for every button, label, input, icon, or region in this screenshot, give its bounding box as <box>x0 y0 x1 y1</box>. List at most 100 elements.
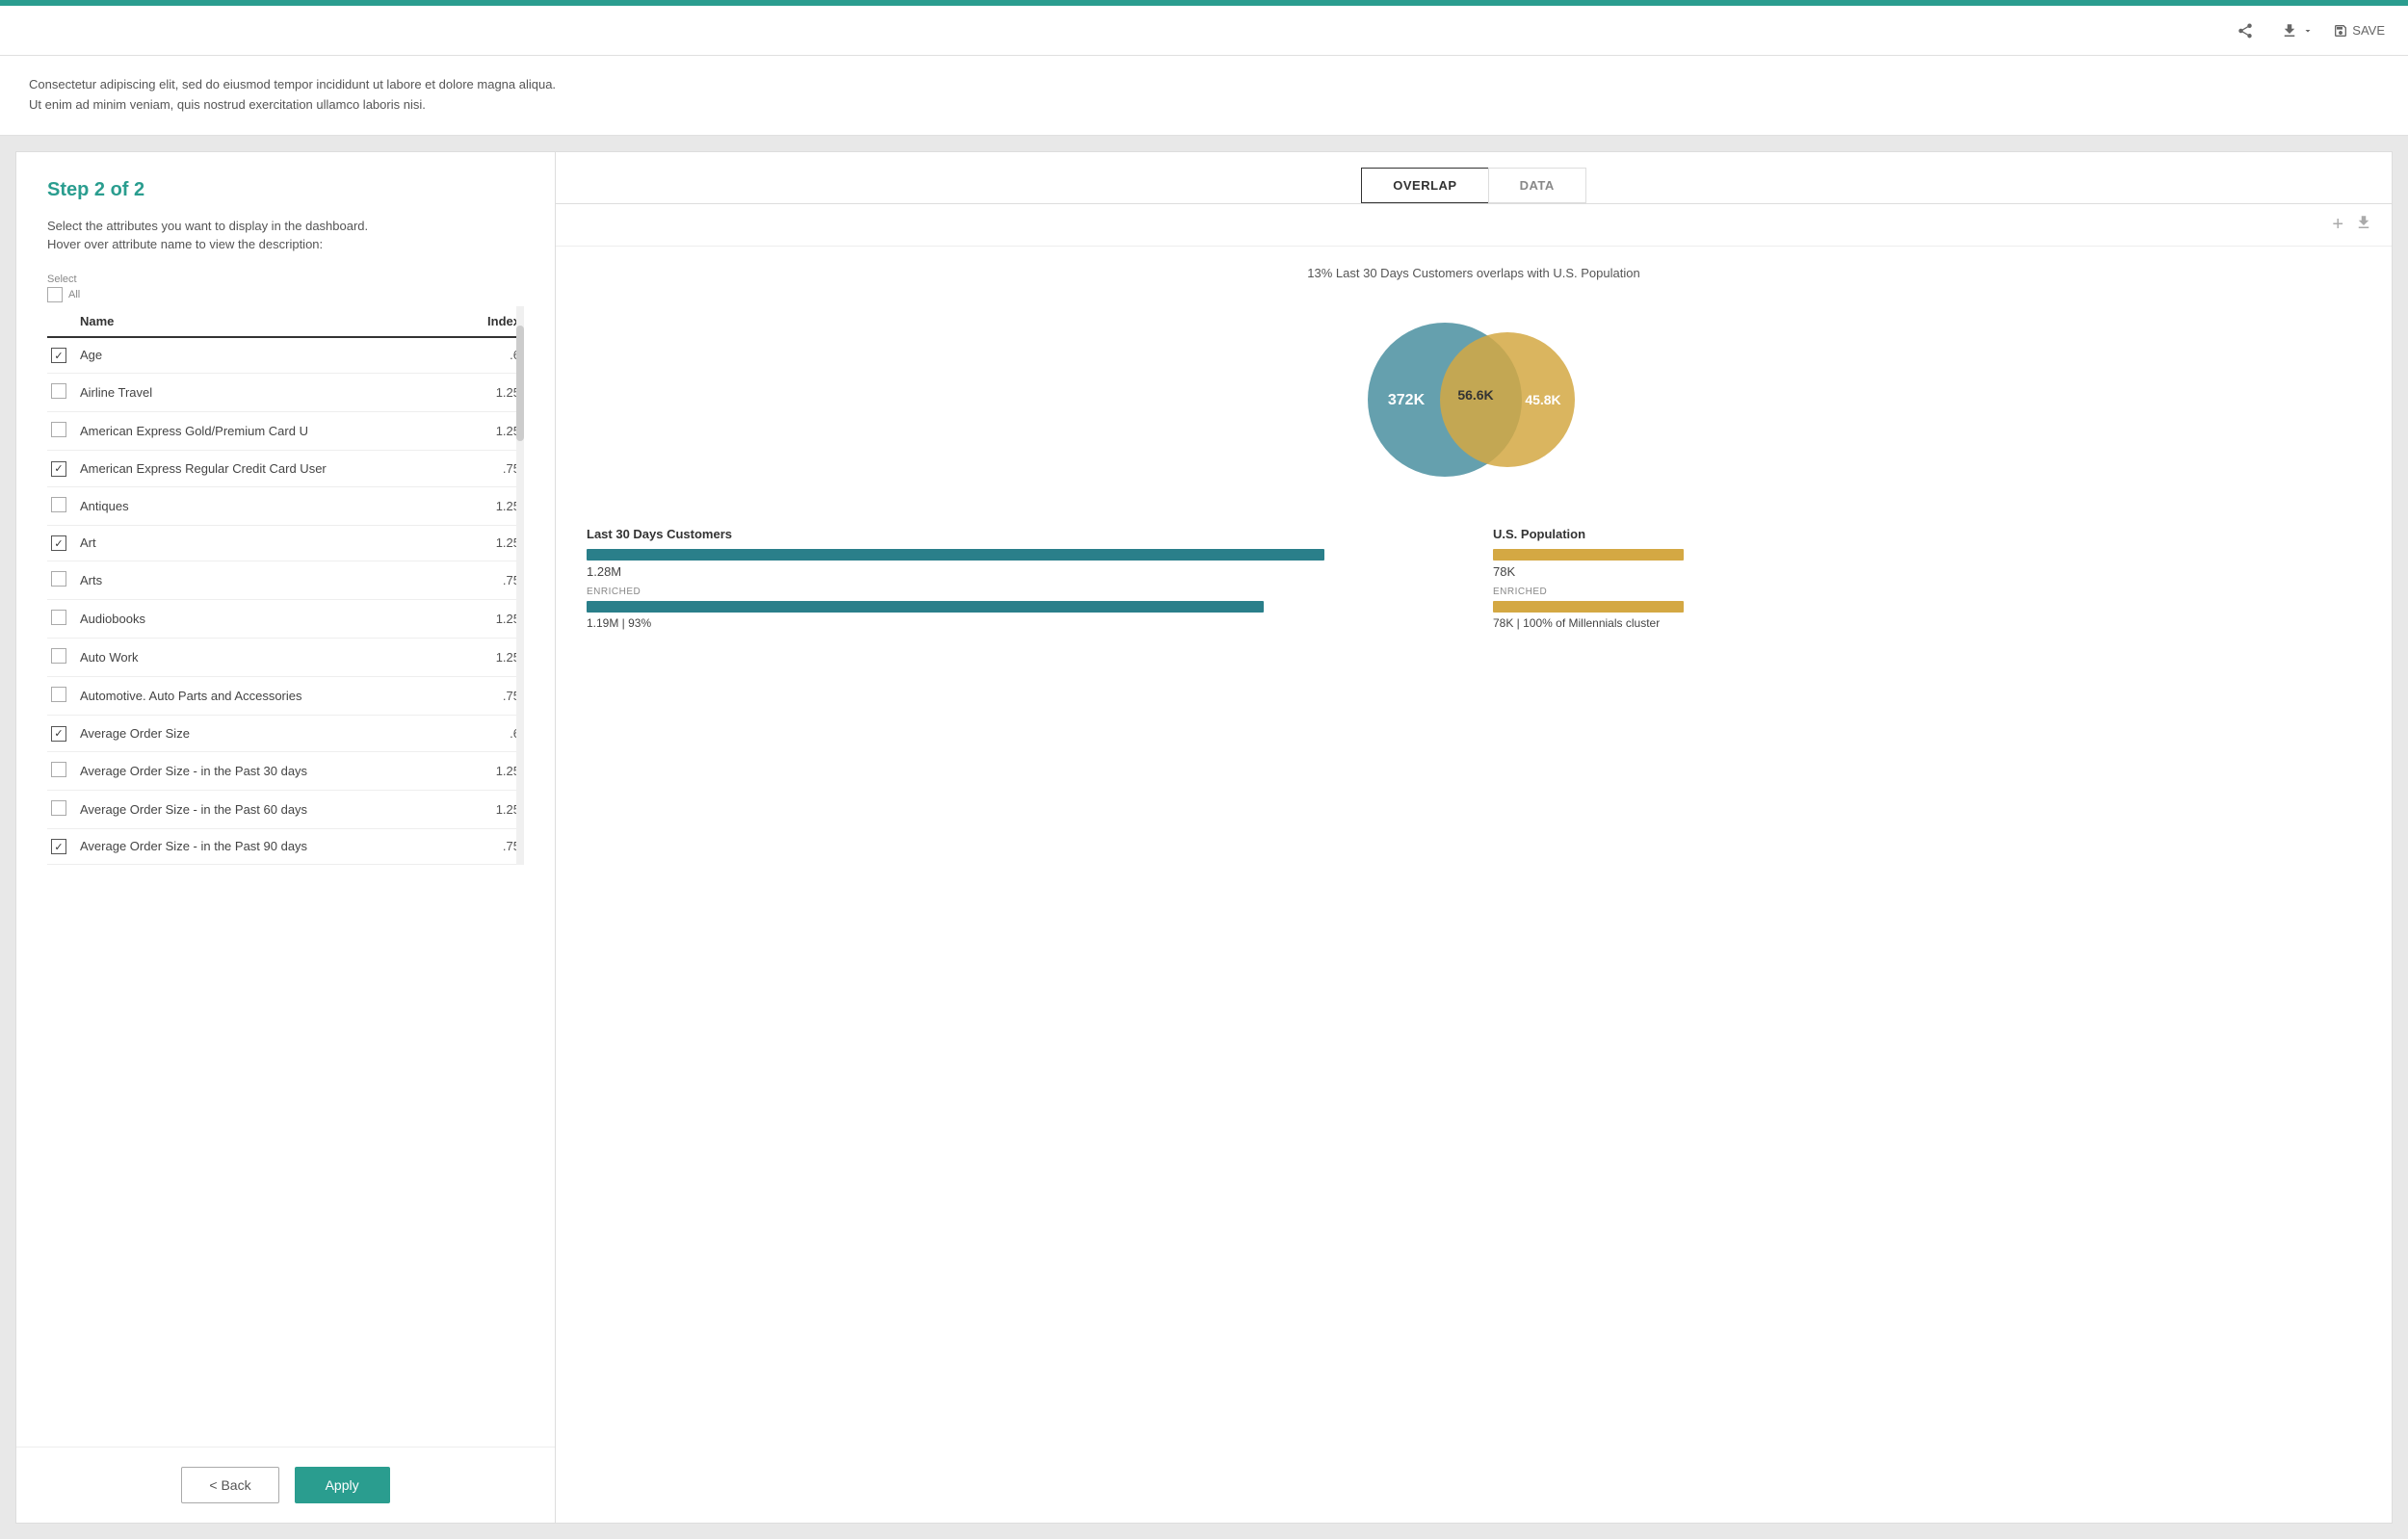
left-stat-bar <box>587 549 1324 561</box>
tab-data[interactable]: DATA <box>1488 168 1586 203</box>
table-row: Automotive. Auto Parts and Accessories.7… <box>47 677 524 716</box>
chart-download-button[interactable] <box>2355 214 2372 236</box>
table-row: Auto Work1.25 <box>47 639 524 677</box>
row-checkbox[interactable] <box>51 422 66 437</box>
row-index: 1.25 <box>462 790 524 828</box>
scrollbar-thumb[interactable] <box>516 326 524 441</box>
row-checkbox[interactable] <box>51 762 66 777</box>
col-checkbox <box>47 306 76 337</box>
row-checkbox[interactable] <box>51 535 66 551</box>
row-checkbox-cell <box>47 451 76 487</box>
back-button[interactable]: < Back <box>181 1467 278 1503</box>
row-checkbox-cell <box>47 486 76 525</box>
row-checkbox[interactable] <box>51 726 66 742</box>
left-stat-title: Last 30 Days Customers <box>587 527 1454 541</box>
select-label: Select <box>47 274 524 285</box>
row-checkbox[interactable] <box>51 461 66 477</box>
download-icon <box>2281 22 2298 39</box>
row-checkbox[interactable] <box>51 348 66 363</box>
attributes-table-container: Name Index Age.6Airline Travel1.25Americ… <box>47 306 524 866</box>
row-checkbox-cell <box>47 828 76 865</box>
row-checkbox-cell <box>47 525 76 561</box>
left-stat-value: 1.28M <box>587 564 1454 579</box>
apply-button[interactable]: Apply <box>295 1467 390 1503</box>
select-all-checkbox[interactable] <box>47 287 63 302</box>
plus-icon: + <box>2332 214 2343 235</box>
table-row: Age.6 <box>47 337 524 374</box>
description-line2: Ut enim ad minim veniam, quis nostrud ex… <box>29 95 2379 116</box>
share-button[interactable] <box>2229 18 2262 43</box>
row-name: Arts <box>76 561 462 600</box>
right-stat-bar <box>1493 549 1684 561</box>
add-button[interactable]: + <box>2332 214 2343 236</box>
table-row: Antiques1.25 <box>47 486 524 525</box>
row-checkbox-cell <box>47 337 76 374</box>
row-checkbox[interactable] <box>51 800 66 816</box>
row-checkbox-cell <box>47 751 76 790</box>
save-button[interactable]: SAVE <box>2333 23 2385 39</box>
scrollbar-track[interactable] <box>516 306 524 866</box>
row-name: Audiobooks <box>76 600 462 639</box>
row-name: Airline Travel <box>76 374 462 412</box>
row-name: Average Order Size <box>76 716 462 752</box>
row-name: Average Order Size - in the Past 30 days <box>76 751 462 790</box>
row-index: 1.25 <box>462 412 524 451</box>
row-name: Antiques <box>76 486 462 525</box>
row-index: .6 <box>462 337 524 374</box>
table-row: American Express Regular Credit Card Use… <box>47 451 524 487</box>
main-content: Step 2 of 2 Select the attributes you wa… <box>15 151 2393 1524</box>
row-checkbox[interactable] <box>51 497 66 512</box>
attributes-tbody: Age.6Airline Travel1.25American Express … <box>47 337 524 865</box>
row-checkbox-cell <box>47 677 76 716</box>
row-name: American Express Regular Credit Card Use… <box>76 451 462 487</box>
table-row: American Express Gold/Premium Card U1.25 <box>47 412 524 451</box>
left-footer: < Back Apply <box>16 1447 555 1523</box>
row-checkbox[interactable] <box>51 687 66 702</box>
attributes-table: Name Index Age.6Airline Travel1.25Americ… <box>47 306 524 866</box>
right-enriched-label: ENRICHED <box>1493 587 2361 597</box>
chart-area: 13% Last 30 Days Customers overlaps with… <box>556 247 2392 1523</box>
row-checkbox[interactable] <box>51 839 66 854</box>
share-icon <box>2237 22 2254 39</box>
row-name: Average Order Size - in the Past 60 days <box>76 790 462 828</box>
description-line1: Consectetur adipiscing elit, sed do eius… <box>29 75 2379 95</box>
row-index: .6 <box>462 716 524 752</box>
right-enriched-value: 78K | 100% of Millennials cluster <box>1493 616 2361 630</box>
row-index: .75 <box>462 677 524 716</box>
row-checkbox[interactable] <box>51 383 66 399</box>
row-index: .75 <box>462 451 524 487</box>
table-header-row: Name Index <box>47 306 524 337</box>
instructions: Select the attributes you want to displa… <box>47 217 524 254</box>
chart-download-icon <box>2355 214 2372 231</box>
row-index: .75 <box>462 828 524 865</box>
row-checkbox-cell <box>47 600 76 639</box>
row-name: Art <box>76 525 462 561</box>
row-checkbox[interactable] <box>51 610 66 625</box>
description-bar: Consectetur adipiscing elit, sed do eius… <box>0 56 2408 136</box>
left-enriched-label: Enriched <box>587 587 1454 597</box>
table-row: Average Order Size - in the Past 60 days… <box>47 790 524 828</box>
col-name-header: Name <box>76 306 462 337</box>
row-checkbox[interactable] <box>51 648 66 664</box>
table-row: Average Order Size.6 <box>47 716 524 752</box>
venn-center-value: 56.6K <box>1457 387 1493 403</box>
left-enriched-value: 1.19M | 93% <box>587 616 1454 630</box>
row-checkbox-cell <box>47 639 76 677</box>
row-checkbox-cell <box>47 374 76 412</box>
instruction-line1: Select the attributes you want to displa… <box>47 217 524 236</box>
table-row: Art1.25 <box>47 525 524 561</box>
download-button[interactable] <box>2273 18 2321 43</box>
left-enriched-bar <box>587 601 1264 613</box>
col-index-header: Index <box>462 306 524 337</box>
table-row: Average Order Size - in the Past 90 days… <box>47 828 524 865</box>
venn-left-value: 372K <box>1388 392 1426 408</box>
row-index: 1.25 <box>462 751 524 790</box>
toolbar: SAVE <box>0 6 2408 56</box>
row-name: Auto Work <box>76 639 462 677</box>
tab-overlap[interactable]: OVERLAP <box>1361 168 1487 203</box>
row-checkbox[interactable] <box>51 571 66 587</box>
row-name: American Express Gold/Premium Card U <box>76 412 462 451</box>
save-label: SAVE <box>2352 23 2385 38</box>
chevron-down-icon <box>2302 25 2314 37</box>
row-index: 1.25 <box>462 525 524 561</box>
